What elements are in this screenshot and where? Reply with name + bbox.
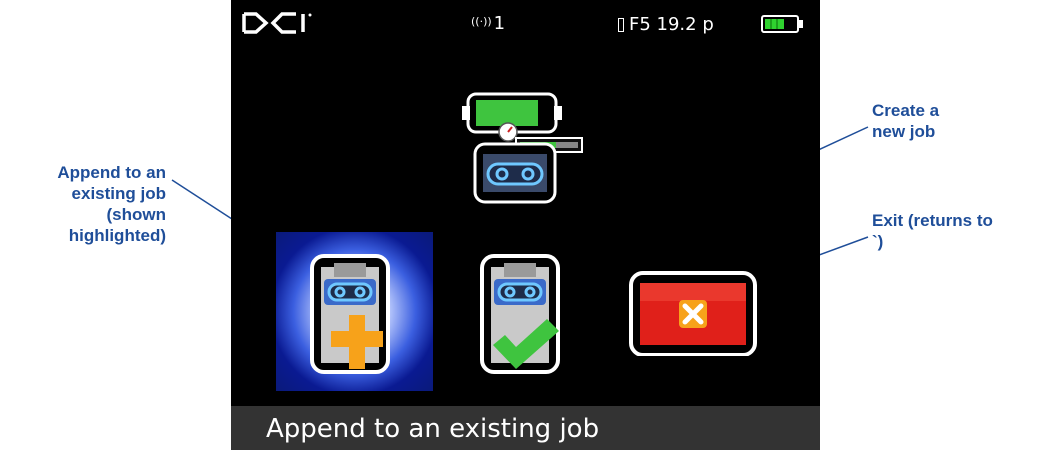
battery-icon — [761, 15, 803, 33]
frequency-indicator: F5 19.2 p — [618, 14, 714, 35]
status-bar: ((·)) 1 F5 19.2 p — [231, 0, 820, 48]
datalog-device-icon — [462, 92, 583, 204]
menu-option-append[interactable] — [309, 253, 401, 383]
footer-text: Append to an existing job — [266, 414, 600, 444]
signal-indicator: ((·)) 1 — [471, 13, 505, 34]
device-screen: ((·)) 1 F5 19.2 p Append to an existing … — [231, 0, 820, 450]
menu-option-create[interactable] — [479, 253, 571, 383]
menu-option-exit[interactable] — [628, 270, 760, 356]
footer-bar: Append to an existing job — [231, 406, 820, 450]
close-icon — [679, 300, 707, 328]
signal-value: 1 — [493, 13, 506, 34]
transmitter-battery-icon — [618, 17, 624, 32]
frequency-text: F5 19.2 p — [629, 14, 714, 35]
dci-logo — [242, 12, 312, 34]
antenna-icon: ((·)) — [471, 15, 492, 28]
